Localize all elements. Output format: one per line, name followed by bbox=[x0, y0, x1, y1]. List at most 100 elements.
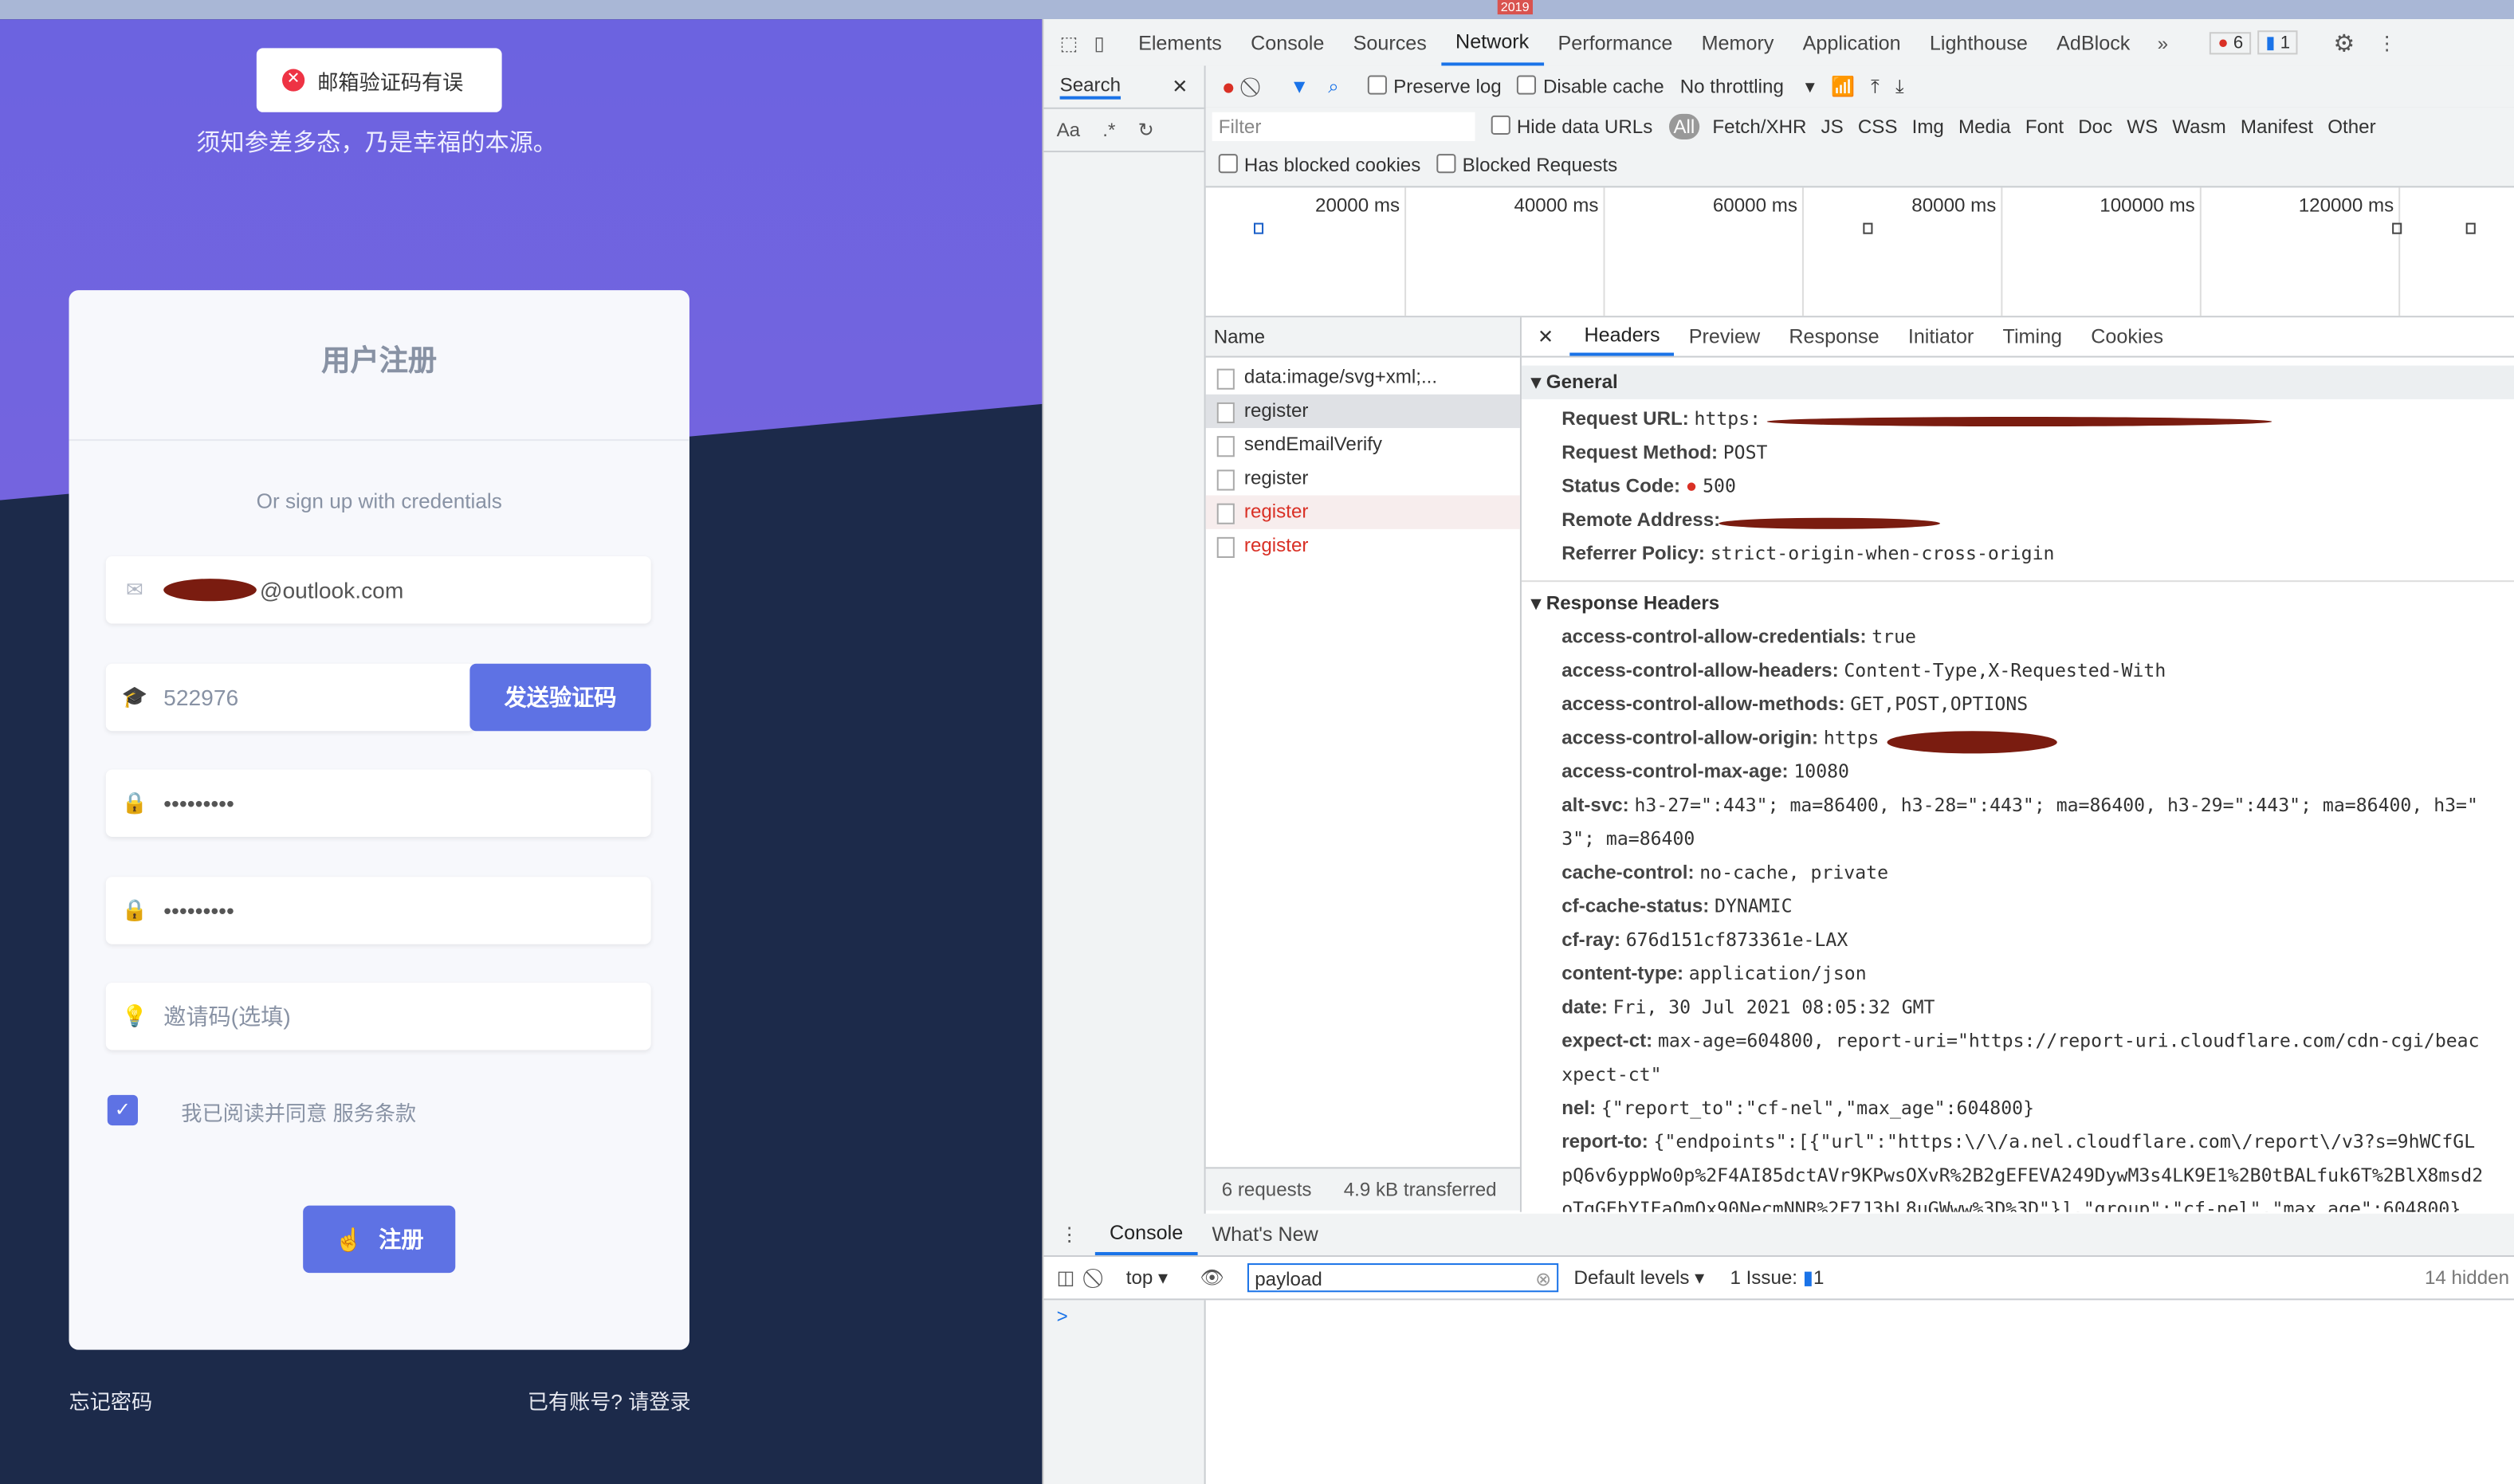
search-options: Aa .* ↻ bbox=[1043, 109, 1204, 153]
settings-gear-icon[interactable]: ⚙ bbox=[2333, 28, 2355, 57]
response-headers-header[interactable]: ▾ Response Headers bbox=[1522, 587, 2514, 620]
timeline-request-bar bbox=[1863, 222, 1873, 234]
detail-tab-preview[interactable]: Preview bbox=[1675, 317, 1775, 355]
name-column-header[interactable]: Name bbox=[1205, 317, 1520, 358]
tab-application[interactable]: Application bbox=[1789, 19, 1915, 65]
type-filter-doc[interactable]: Doc bbox=[2078, 116, 2112, 138]
tab-console[interactable]: Console bbox=[1236, 19, 1338, 65]
detail-tab-timing[interactable]: Timing bbox=[1988, 317, 2076, 355]
throttling-select[interactable]: No throttling ▾ bbox=[1680, 76, 1815, 98]
timeline-overview[interactable]: 20000 ms 40000 ms 60000 ms 80000 ms 100000 m… bbox=[1205, 187, 2514, 318]
more-tabs-icon[interactable]: » bbox=[2144, 31, 2181, 53]
more-options-icon[interactable]: ⋮ bbox=[2378, 31, 2397, 53]
log-levels-select[interactable]: Default levels ▾ bbox=[1574, 1266, 1705, 1289]
type-filter-js[interactable]: JS bbox=[1821, 116, 1844, 138]
header-value: h3-27=":443"; ma=86400, h3-28=":443"; ma… bbox=[1634, 793, 2478, 816]
type-filter-ws[interactable]: WS bbox=[2127, 116, 2158, 138]
tab-adblock[interactable]: AdBlock bbox=[2042, 19, 2144, 65]
forgot-password-link[interactable]: 忘记密码 bbox=[69, 1385, 152, 1415]
header-key: access-control-max-age: bbox=[1561, 760, 1789, 783]
request-row[interactable]: sendEmailVerify bbox=[1206, 428, 1520, 461]
filter-icon[interactable]: ▼ bbox=[1290, 76, 1309, 98]
request-row[interactable]: register bbox=[1206, 529, 1520, 563]
agree-label[interactable]: 我已阅读并同意 服务条款 bbox=[181, 1097, 416, 1127]
filter-input[interactable]: Filter bbox=[1212, 112, 1475, 142]
regex-icon[interactable]: .* bbox=[1102, 119, 1115, 141]
send-code-button[interactable]: 发送验证码 bbox=[469, 663, 651, 732]
agree-checkbox[interactable]: ✓ bbox=[107, 1094, 138, 1126]
disable-cache-checkbox[interactable]: Disable cache bbox=[1517, 75, 1664, 98]
verification-code-field[interactable]: 🎓 522976 bbox=[105, 663, 475, 732]
type-filter-media[interactable]: Media bbox=[1958, 116, 2011, 138]
search-tab[interactable]: Search bbox=[1059, 74, 1121, 100]
header-value: 3"; ma=86400 bbox=[1561, 826, 1695, 850]
header-value: {"report_to":"cf-nel","max_age":604800} bbox=[1601, 1096, 2035, 1120]
type-filter-css[interactable]: CSS bbox=[1858, 116, 1898, 138]
lock-icon: 🔒 bbox=[121, 790, 148, 815]
drawer-tab-console[interactable]: Console bbox=[1094, 1214, 1198, 1256]
tab-lighthouse[interactable]: Lighthouse bbox=[1915, 19, 2042, 65]
hide-data-urls-checkbox[interactable]: Hide data URLs bbox=[1491, 115, 1652, 138]
response-header-row: access-control-allow-origin: https bbox=[1561, 726, 2057, 754]
inspect-element-icon[interactable]: ⬚ bbox=[1043, 31, 1087, 53]
email-field[interactable]: ✉ @outlook.com bbox=[105, 556, 651, 624]
type-filter-manifest[interactable]: Manifest bbox=[2241, 116, 2313, 138]
type-filter-other[interactable]: Other bbox=[2327, 116, 2375, 138]
tab-elements[interactable]: Elements bbox=[1124, 19, 1236, 65]
export-har-icon[interactable]: ⤓ bbox=[1895, 75, 1904, 99]
password-field[interactable]: 🔒 ••••••••• bbox=[105, 769, 651, 838]
type-filter-wasm[interactable]: Wasm bbox=[2172, 116, 2226, 138]
preserve-log-checkbox[interactable]: Preserve log bbox=[1367, 75, 1502, 98]
import-har-icon[interactable]: ⤒ bbox=[1871, 75, 1880, 99]
login-link[interactable]: 已有账号? 请登录 bbox=[528, 1385, 691, 1415]
refresh-icon[interactable]: ↻ bbox=[1138, 119, 1154, 141]
general-section-header[interactable]: ▾ General bbox=[1521, 365, 2514, 399]
detail-tab-headers[interactable]: Headers bbox=[1569, 317, 1675, 356]
tab-performance[interactable]: Performance bbox=[1543, 19, 1687, 65]
console-filter-input[interactable]: payload ⊗ bbox=[1247, 1263, 1558, 1294]
record-icon[interactable]: ● bbox=[1222, 74, 1235, 100]
live-expression-eye-icon[interactable]: 👁 bbox=[1200, 1266, 1224, 1289]
timeline-request-bar bbox=[2392, 222, 2402, 234]
type-filter-all[interactable]: All bbox=[1668, 113, 1700, 140]
email-value: @outlook.com bbox=[259, 577, 404, 603]
console-toolbar: ◫ ⃠ top ▾ 👁 payload⊗ Default levels ▾ 1 … bbox=[1043, 1257, 2514, 1301]
request-row[interactable]: register bbox=[1206, 461, 1520, 495]
blocked-cookies-checkbox[interactable]: Has blocked cookies bbox=[1218, 154, 1420, 176]
invite-code-field[interactable]: 💡 邀请码(选填) bbox=[105, 983, 651, 1050]
blocked-requests-checkbox[interactable]: Blocked Requests bbox=[1436, 154, 1617, 176]
issues-button[interactable]: 1 Issue: ▮1 bbox=[1730, 1266, 1824, 1289]
header-key: access-control-allow-methods: bbox=[1561, 692, 1845, 716]
request-row[interactable]: register bbox=[1205, 495, 1520, 529]
file-icon bbox=[1216, 536, 1235, 559]
type-filter-font[interactable]: Font bbox=[2025, 116, 2064, 138]
type-filter-img[interactable]: Img bbox=[1912, 116, 1944, 138]
tab-network[interactable]: Network bbox=[1440, 19, 1544, 66]
device-toolbar-icon[interactable]: ▯ bbox=[1087, 31, 1123, 53]
search-icon[interactable]: ⌕ bbox=[1328, 75, 1339, 99]
errors-badge[interactable]: ● 6 bbox=[2210, 31, 2252, 54]
close-details-icon[interactable]: ✕ bbox=[1522, 325, 1569, 347]
type-filter-fetch-xhr[interactable]: Fetch/XHR bbox=[1712, 116, 1806, 138]
detail-tab-response[interactable]: Response bbox=[1774, 317, 1893, 355]
clear-input-icon[interactable]: ⊗ bbox=[1535, 1265, 1551, 1294]
match-case-icon[interactable]: Aa bbox=[1057, 119, 1081, 141]
confirm-password-field[interactable]: 🔒 ••••••••• bbox=[105, 877, 651, 944]
messages-badge[interactable]: ▮ 1 bbox=[2257, 30, 2299, 55]
request-row[interactable]: register bbox=[1205, 394, 1520, 429]
register-button[interactable]: ☝ 注册 bbox=[303, 1205, 456, 1274]
tab-sources[interactable]: Sources bbox=[1338, 19, 1440, 65]
drawer-tab-whats-new[interactable]: What's New bbox=[1197, 1214, 1333, 1255]
general-title: General bbox=[1546, 370, 1618, 393]
request-details: ✕ Headers Preview Response Initiator Timing C… bbox=[1521, 317, 2514, 1212]
drawer-menu-icon[interactable]: ⋮ bbox=[1043, 1223, 1094, 1246]
close-icon[interactable]: ✕ bbox=[1172, 76, 1188, 98]
sidebar-toggle-icon[interactable]: ◫ bbox=[1057, 1266, 1075, 1289]
tab-memory[interactable]: Memory bbox=[1687, 19, 1789, 65]
detail-tab-initiator[interactable]: Initiator bbox=[1894, 317, 1989, 355]
context-select[interactable]: top ▾ bbox=[1126, 1266, 1168, 1289]
console-prompt[interactable]: > bbox=[1057, 1305, 1068, 1327]
network-conditions-icon[interactable]: 📶 bbox=[1831, 76, 1855, 98]
detail-tab-cookies[interactable]: Cookies bbox=[2076, 317, 2178, 355]
request-row[interactable]: data:image/svg+xml;... bbox=[1206, 361, 1520, 395]
